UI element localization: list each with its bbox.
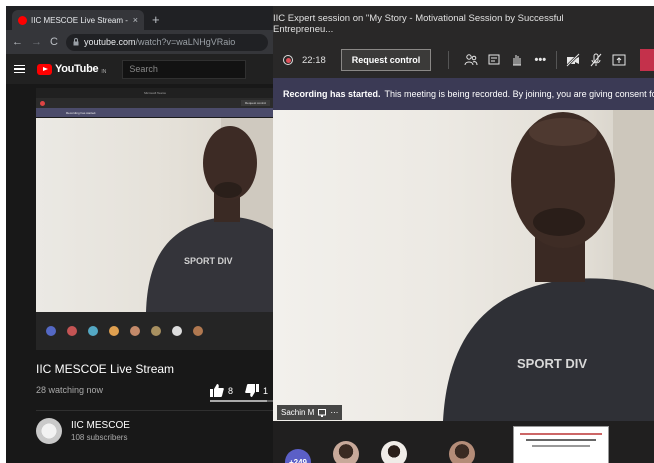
tab-bar: IIC MESCOE Live Stream - YouTube × + xyxy=(6,6,274,30)
channel-info: IIC MESCOE 108 subscribers xyxy=(36,418,130,444)
embedded-speaker-video: SPORT DIV xyxy=(36,118,274,312)
youtube-watch-page: Microsoft Teams Request control Recordin… xyxy=(6,84,274,463)
participant-avatar[interactable] xyxy=(449,441,475,463)
speaker-more-icon[interactable]: ⋯ xyxy=(330,408,338,417)
participant-thumb xyxy=(130,326,140,336)
menu-icon[interactable] xyxy=(14,64,25,74)
teams-meeting-window: IIC Expert session on "My Story - Motiva… xyxy=(273,6,654,463)
recording-banner-title: Recording has started. xyxy=(283,89,381,99)
subscriber-count: 108 subscribers xyxy=(71,433,128,442)
back-icon[interactable]: ← xyxy=(12,36,23,48)
chat-icon[interactable] xyxy=(487,53,501,67)
search-input[interactable]: Search xyxy=(122,59,247,79)
speaker-video: SPORT DIV Sachin M ⋯ xyxy=(273,110,654,421)
participant-thumb xyxy=(109,326,119,336)
embedded-meeting-titlebar: Microsoft Teams xyxy=(36,88,274,98)
more-icon[interactable]: ••• xyxy=(533,53,547,67)
youtube-header: YouTube IN Search xyxy=(6,54,274,84)
recording-banner-text: This meeting is being recorded. By joini… xyxy=(384,89,654,99)
request-control-button[interactable]: Request control xyxy=(340,49,432,71)
lock-icon xyxy=(73,38,79,46)
youtube-region: IN xyxy=(101,69,107,75)
like-count: 8 xyxy=(228,385,234,396)
watching-count: 28 watching now xyxy=(36,385,104,395)
video-title: IIC MESCOE Live Stream xyxy=(36,362,175,376)
dislike-button[interactable]: 1 xyxy=(245,384,268,397)
people-icon[interactable] xyxy=(464,53,478,67)
divider xyxy=(36,410,274,411)
channel-name[interactable]: IIC MESCOE xyxy=(71,420,130,431)
url-field[interactable]: youtube.com /watch?v=waLNHgVRaio xyxy=(65,33,268,51)
meeting-title: IIC Expert session on "My Story - Motiva… xyxy=(273,6,654,42)
speaker-name-chip[interactable]: Sachin M ⋯ xyxy=(277,405,343,420)
embedded-participant-strip xyxy=(36,312,274,350)
shirt-print: SPORT DIV xyxy=(517,356,587,371)
hang-up-button[interactable] xyxy=(640,49,654,71)
youtube-play-icon xyxy=(37,63,52,75)
browser-tab[interactable]: IIC MESCOE Live Stream - YouTube × xyxy=(12,10,144,30)
participant-gallery: +249 xyxy=(273,421,654,463)
participant-thumb xyxy=(193,326,203,336)
video-player[interactable]: Microsoft Teams Request control Recordin… xyxy=(36,88,274,350)
reload-icon[interactable]: C xyxy=(50,36,58,48)
channel-avatar[interactable] xyxy=(36,418,62,444)
like-dislike-group: 8 1 xyxy=(210,384,268,397)
shared-slide-thumbnail[interactable] xyxy=(513,426,609,463)
camera-off-icon[interactable] xyxy=(566,53,581,67)
speaker-name: Sachin M xyxy=(281,408,315,417)
youtube-logo-text: YouTube xyxy=(55,63,99,75)
recording-banner: Recording has started. This meeting is b… xyxy=(273,78,654,110)
address-bar-row: ← → C youtube.com /watch?v=waLNHgVRaio xyxy=(6,30,274,54)
thumbs-down-icon xyxy=(245,384,260,397)
speaker-figure: SPORT DIV xyxy=(443,110,654,421)
participant-thumb xyxy=(88,326,98,336)
like-button[interactable]: 8 xyxy=(210,384,233,397)
url-path: /watch?v=waLNHgVRaio xyxy=(135,37,236,47)
more-participants-badge[interactable]: +249 xyxy=(285,449,311,463)
participant-avatar[interactable] xyxy=(333,441,359,463)
embedded-request-control: Request control xyxy=(240,100,270,106)
tab-close-icon[interactable]: × xyxy=(133,15,138,25)
new-tab-button[interactable]: + xyxy=(152,10,160,30)
participant-thumb xyxy=(67,326,77,336)
divider xyxy=(556,51,558,69)
thumbs-up-icon xyxy=(210,384,224,397)
dislike-count: 1 xyxy=(263,385,269,396)
meeting-timer: 22:18 xyxy=(302,54,326,66)
divider xyxy=(448,51,450,69)
participant-thumb xyxy=(46,326,56,336)
participant-avatar[interactable] xyxy=(381,441,407,463)
sentiment-bar-fill xyxy=(210,400,267,402)
meeting-controls-bar: 22:18 Request control ••• xyxy=(273,42,654,78)
forward-icon[interactable]: → xyxy=(31,36,42,48)
embedded-speaker-figure: SPORT DIV xyxy=(146,118,274,312)
browser-window: IIC MESCOE Live Stream - YouTube × + ← →… xyxy=(6,6,274,463)
search-placeholder: Search xyxy=(129,64,158,74)
youtube-logo[interactable]: YouTube IN xyxy=(37,63,106,75)
participant-thumb xyxy=(172,326,182,336)
tab-title: IIC MESCOE Live Stream - YouTube xyxy=(31,15,129,25)
raise-hand-icon[interactable] xyxy=(510,53,524,67)
embedded-meeting-controls: Request control xyxy=(36,98,274,108)
embedded-record-icon xyxy=(40,100,45,106)
youtube-favicon-icon xyxy=(18,15,27,25)
recording-icon xyxy=(283,55,293,65)
svg-text:SPORT DIV: SPORT DIV xyxy=(184,256,233,266)
share-tray-icon[interactable] xyxy=(612,53,626,67)
screen-icon xyxy=(318,408,327,417)
mic-off-icon[interactable] xyxy=(589,53,603,67)
participant-thumb xyxy=(151,326,161,336)
url-host: youtube.com xyxy=(83,37,136,47)
sentiment-bar xyxy=(210,400,274,402)
embedded-recording-notice: Recording has started. xyxy=(36,108,274,117)
